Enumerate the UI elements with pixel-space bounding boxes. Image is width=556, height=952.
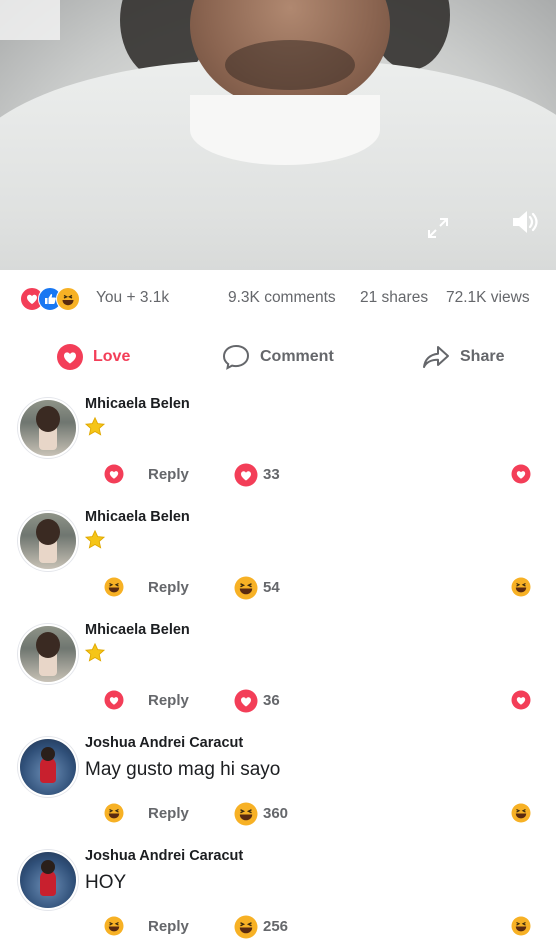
comment-text: May gusto mag hi sayo	[85, 759, 281, 780]
commenter-name[interactable]: Mhicaela Belen	[85, 622, 190, 638]
star-icon	[84, 416, 106, 436]
commenter-name[interactable]: Mhicaela Belen	[85, 509, 190, 525]
commenter-name[interactable]: Mhicaela Belen	[85, 396, 190, 412]
reply-button[interactable]: Reply	[148, 579, 189, 596]
video-player[interactable]	[0, 0, 556, 270]
love-count-icon	[234, 689, 258, 713]
love-label: Love	[93, 348, 131, 365]
star-icon	[84, 529, 106, 549]
reaction-count[interactable]: 54	[263, 579, 280, 596]
share-button[interactable]: Share	[421, 340, 504, 374]
haha-count-icon	[234, 915, 258, 939]
love-react-button[interactable]	[104, 690, 124, 710]
reaction-count[interactable]: You + 3.1k	[96, 289, 169, 307]
avatar[interactable]	[18, 624, 78, 684]
haha-react-button[interactable]	[104, 577, 124, 597]
reply-button[interactable]: Reply	[148, 918, 189, 935]
love-count-icon	[234, 463, 258, 487]
haha-reaction-icon	[511, 577, 531, 597]
comment-item: Joshua Andrei Caracut HOY Reply 256	[0, 842, 556, 952]
video-frame-detail	[225, 40, 355, 90]
expand-icon[interactable]	[426, 216, 450, 240]
comment-item: Mhicaela Belen Reply 54	[0, 503, 556, 613]
views-count: 72.1K views	[446, 289, 530, 306]
comment-text: HOY	[85, 872, 127, 893]
haha-reaction-icon	[56, 287, 80, 311]
video-frame-detail	[190, 95, 380, 165]
reaction-count[interactable]: 256	[263, 918, 288, 935]
comment-button[interactable]: Comment	[221, 340, 334, 374]
action-bar: Love Comment Share	[0, 340, 556, 374]
avatar[interactable]	[18, 737, 78, 797]
haha-reaction-icon	[511, 803, 531, 823]
reaction-summary[interactable]	[20, 286, 94, 311]
haha-reaction-icon	[511, 916, 531, 936]
reply-button[interactable]: Reply	[148, 466, 189, 483]
post-stats: You + 3.1k 9.3K comments 21 shares 72.1K…	[20, 286, 538, 311]
volume-icon[interactable]	[510, 208, 540, 236]
reaction-count[interactable]: 36	[263, 692, 280, 709]
avatar[interactable]	[18, 511, 78, 571]
reply-button[interactable]: Reply	[148, 805, 189, 822]
commenter-name[interactable]: Joshua Andrei Caracut	[85, 735, 243, 751]
comment-item: Mhicaela Belen Reply 36	[0, 616, 556, 726]
comment-item: Joshua Andrei Caracut May gusto mag hi s…	[0, 729, 556, 839]
reaction-count[interactable]: 360	[263, 805, 288, 822]
reply-button[interactable]: Reply	[148, 692, 189, 709]
haha-react-button[interactable]	[104, 803, 124, 823]
love-reaction-icon	[511, 690, 531, 710]
share-label: Share	[460, 348, 505, 365]
love-button[interactable]: Love	[56, 340, 130, 374]
comment-item: Mhicaela Belen Reply 33	[0, 390, 556, 500]
video-corner	[0, 0, 60, 40]
haha-count-icon	[234, 802, 258, 826]
love-reaction-icon	[511, 464, 531, 484]
haha-react-button[interactable]	[104, 916, 124, 936]
comment-label: Comment	[260, 348, 334, 365]
haha-count-icon	[234, 576, 258, 600]
avatar[interactable]	[18, 850, 78, 910]
share-arrow-icon	[423, 346, 449, 368]
love-react-button[interactable]	[104, 464, 124, 484]
comments-count[interactable]: 9.3K comments	[228, 289, 336, 307]
reaction-count[interactable]: 33	[263, 466, 280, 483]
comment-bubble-icon	[222, 344, 250, 370]
commenter-name[interactable]: Joshua Andrei Caracut	[85, 848, 243, 864]
avatar[interactable]	[18, 398, 78, 458]
shares-count[interactable]: 21 shares	[360, 289, 428, 307]
heart-icon	[57, 344, 83, 370]
star-icon	[84, 642, 106, 662]
